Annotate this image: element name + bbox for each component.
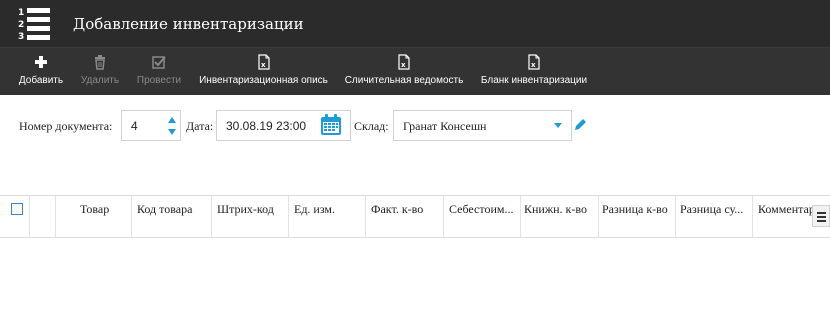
logo-digit-1: 1: [18, 8, 24, 18]
date-value: 30.08.19 23:00: [226, 119, 307, 133]
inventory-list-button[interactable]: x Инвентаризационная опись: [197, 48, 330, 96]
add-button[interactable]: Добавить: [15, 48, 67, 96]
page-title: Добавление инвентаризации: [73, 15, 304, 33]
column-header[interactable]: Факт. к-во: [366, 196, 444, 238]
excel-file-icon: x: [528, 54, 540, 70]
column-header[interactable]: Штрих-код: [212, 196, 289, 238]
select-all-column: [0, 196, 30, 238]
column-header[interactable]: Разница к-во: [599, 196, 676, 238]
logo-digit-2: 2: [18, 20, 24, 30]
date-label: Дата:: [186, 119, 214, 133]
post-button[interactable]: Провести: [133, 48, 185, 96]
column-header[interactable]: Код товара: [132, 196, 212, 238]
items-grid: Товар Код товара Штрих-код Ед. изм. Факт…: [0, 195, 830, 320]
svg-text:x: x: [401, 61, 406, 69]
column-header[interactable]: Разница су...: [676, 196, 753, 238]
edit-pencil-icon[interactable]: [574, 118, 587, 131]
svg-text:x: x: [261, 61, 266, 69]
add-button-label: Добавить: [18, 75, 64, 86]
warehouse-value: Гранат Консешн: [403, 119, 487, 133]
spin-down-icon[interactable]: [166, 126, 178, 138]
hamburger-icon: [817, 212, 826, 214]
warehouse-label: Склад:: [354, 119, 389, 133]
app-header: 1 2 3 Добавление инвентаризации: [0, 0, 830, 47]
column-header[interactable]: Книжн. к-во: [521, 196, 599, 238]
column-header[interactable]: Себестоим...: [444, 196, 521, 238]
logo-digit-3: 3: [18, 32, 24, 41]
grid-header: Товар Код товара Штрих-код Ед. изм. Факт…: [0, 196, 830, 238]
column-menu-button[interactable]: [812, 205, 830, 227]
post-button-label: Провести: [136, 75, 182, 86]
inventory-form-button-label: Бланк инвентаризации: [480, 75, 588, 86]
delete-button-label: Удалить: [80, 75, 120, 86]
date-field[interactable]: 30.08.19 23:00: [216, 110, 351, 141]
inventory-list-button-label: Инвентаризационная опись: [199, 75, 328, 86]
excel-file-icon: x: [257, 54, 270, 70]
numbered-list-icon: 1 2 3: [18, 8, 50, 41]
spin-up-icon[interactable]: [166, 114, 178, 126]
delete-button[interactable]: Удалить: [77, 48, 123, 96]
doc-number-value: 4: [131, 119, 138, 133]
excel-file-icon: x: [398, 54, 410, 70]
doc-number-stepper[interactable]: 4: [121, 110, 181, 141]
plus-icon: [35, 56, 47, 68]
trash-icon: [95, 55, 105, 70]
inventory-form-button[interactable]: x Бланк инвентаризации: [478, 48, 590, 96]
column-header[interactable]: Ед. изм.: [289, 196, 366, 238]
toolbar: Добавить Удалить Провести x Инвентаризац…: [0, 47, 830, 95]
select-all-checkbox[interactable]: [11, 203, 23, 215]
doc-number-label: Номер документа:: [19, 119, 113, 133]
warehouse-select[interactable]: Гранат Консешн: [393, 110, 572, 141]
checkbox-icon: [152, 56, 166, 69]
comparison-sheet-button-label: Сличительная ведомость: [344, 75, 464, 86]
row-indicator-column: [30, 196, 56, 238]
chevron-down-icon[interactable]: [554, 123, 562, 128]
svg-text:x: x: [531, 61, 536, 69]
comparison-sheet-button[interactable]: x Сличительная ведомость: [341, 48, 467, 96]
column-header[interactable]: Товар: [56, 196, 132, 238]
calendar-icon[interactable]: [320, 114, 342, 136]
